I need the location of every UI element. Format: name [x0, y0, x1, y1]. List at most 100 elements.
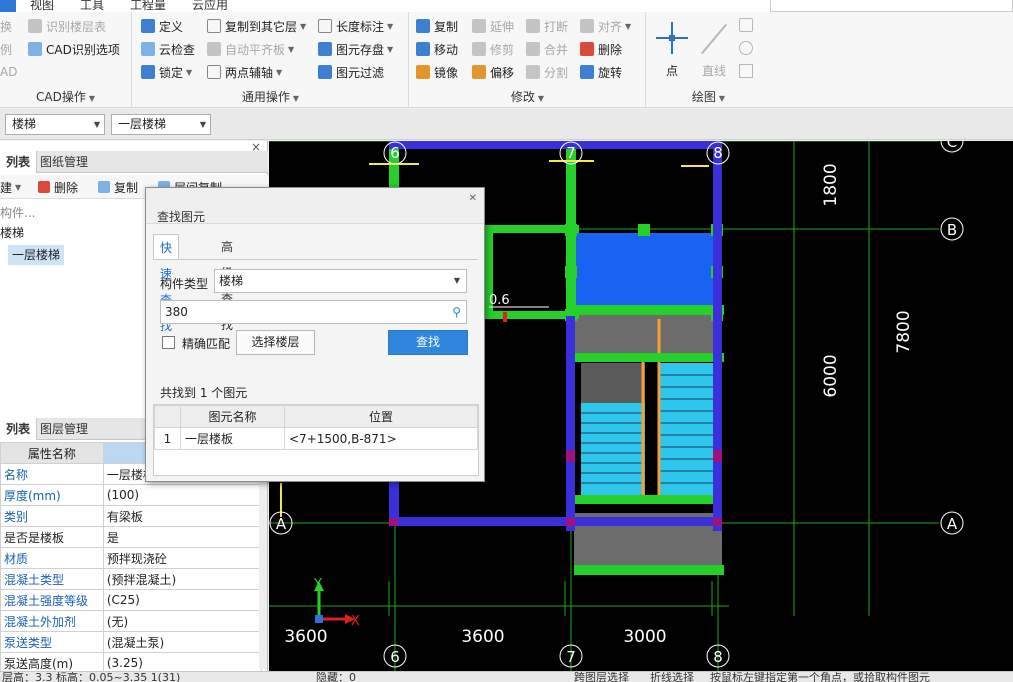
menu-quantity[interactable]: 工程量	[130, 0, 166, 12]
table-row[interactable]: 材质 预拌现浇砼	[0, 547, 263, 569]
tree-item-first-floor-stairs[interactable]: 一层楼梯	[8, 245, 65, 265]
menu-cloud[interactable]: 云应用	[192, 0, 228, 12]
dialog-titlebar[interactable]: 查找图元 ✕	[146, 188, 484, 224]
cross-layer-select-button[interactable]: 跨图层选择	[574, 672, 629, 682]
define-button[interactable]: 定义	[141, 16, 183, 36]
offset-button[interactable]: 偏移	[472, 62, 514, 82]
merge-button[interactable]: 合并	[526, 39, 568, 59]
table-row[interactable]: 混凝土外加剂 (无)	[0, 610, 263, 632]
axis-label-top-6: 6	[390, 144, 400, 162]
component-type-label: 构件类型	[160, 277, 209, 291]
tab-property-list[interactable]: 列表	[0, 418, 38, 440]
delete-button[interactable]: 删除	[580, 39, 622, 59]
line-tool-button[interactable]: 直线	[692, 18, 736, 79]
status-bar: 层高：3.3 标高：0.05~3.35 1(31) 隐藏：0 跨图层选择 折线选…	[0, 671, 1013, 682]
length-dimension-button[interactable]: 长度标注 ▼	[318, 16, 393, 36]
merge-icon	[526, 42, 540, 56]
general-group-label[interactable]: 通用操作 ▼	[133, 88, 408, 105]
dim-bottom-2: 3600	[461, 627, 504, 647]
two-point-axis-button[interactable]: 两点辅轴 ▼	[207, 62, 282, 82]
close-icon[interactable]: ✕	[469, 193, 477, 204]
cad-group-label[interactable]: CAD操作 ▼	[0, 88, 131, 105]
cloud-check-button[interactable]: 云检查	[141, 39, 195, 59]
home-tab[interactable]	[0, 0, 16, 12]
chevron-down-icon: ▼	[199, 120, 206, 129]
lock-button[interactable]: 锁定 ▼	[141, 62, 192, 82]
copy-button[interactable]: 复制	[416, 16, 458, 36]
modify-group-label[interactable]: 修改 ▼	[410, 88, 645, 105]
results-header: 图元名称 位置	[154, 405, 478, 428]
extend-button[interactable]: 延伸	[472, 16, 514, 36]
select-floor-button[interactable]: 选择楼层	[236, 330, 315, 355]
selector-bar: 楼梯 ▼ 一层楼梯 ▼	[0, 109, 1013, 140]
move-button[interactable]: 移动	[416, 39, 458, 59]
save-element-button[interactable]: 图元存盘 ▼	[318, 39, 393, 59]
component-name-select[interactable]: 一层楼梯 ▼	[111, 114, 211, 135]
table-row[interactable]: 是否是楼板是	[0, 526, 263, 548]
cad-partial-3[interactable]: AD	[0, 62, 17, 82]
cad-partial-1[interactable]: 换	[0, 16, 12, 36]
filter-icon	[318, 65, 332, 79]
table-row[interactable]: 厚度(mm) (100)	[0, 484, 263, 506]
tab-component-list[interactable]: 列表	[0, 151, 38, 173]
search-icon[interactable]: ⚲	[452, 301, 461, 323]
trim-button[interactable]: 修剪	[472, 39, 514, 59]
point-tool-button[interactable]: 点	[650, 18, 694, 79]
tab-layer-management[interactable]: 图层管理	[34, 418, 94, 440]
copy-icon	[416, 19, 430, 33]
polyline-select-button[interactable]: 折线选择	[650, 672, 694, 682]
copy-component-button[interactable]: 复制	[98, 178, 138, 196]
delete-icon	[580, 42, 594, 56]
rotate-button[interactable]: 旋转	[580, 62, 622, 82]
general-operations-group: 定义 云检查 锁定 ▼ 复制到其它层 ▼ 自动平齐板 ▼ 两点辅轴 ▼ 长度标注 ▼ 图元…	[133, 12, 409, 108]
arc-icon[interactable]	[739, 18, 753, 32]
dialog-title: 查找图元	[157, 210, 206, 224]
close-icon[interactable]: ×	[251, 140, 261, 154]
copy-to-other-floor-button[interactable]: 复制到其它层 ▼	[207, 16, 306, 36]
rectangle-icon[interactable]	[739, 64, 753, 78]
cad-identify-options-button[interactable]: CAD识别选项	[28, 39, 120, 59]
table-row[interactable]: 混凝土强度等级 (C25)	[0, 589, 263, 611]
mirror-button[interactable]: 镜像	[416, 62, 458, 82]
tab-drawing-management[interactable]: 图纸管理	[34, 151, 94, 173]
component-type-dropdown[interactable]: 楼梯 ▼	[214, 269, 467, 293]
new-button[interactable]: 建 ▼	[0, 178, 21, 196]
table-row[interactable]: 类别 有梁板	[0, 505, 263, 527]
search-input[interactable]: 380 ⚲	[160, 300, 467, 324]
axis-label-bottom-6: 6	[390, 648, 400, 666]
tab-quick-find[interactable]: 快速查找	[153, 234, 180, 333]
circle-icon[interactable]	[739, 41, 753, 55]
cad-options-icon	[28, 42, 42, 56]
cad-partial-2[interactable]: 例	[0, 39, 12, 59]
component-search-input[interactable]: 构件...	[0, 203, 35, 223]
identify-floor-table-button[interactable]: 识别楼层表	[28, 16, 106, 36]
tree-root-stairs[interactable]: 楼梯	[0, 223, 24, 243]
tab-advanced-find[interactable]: 高级查找	[215, 234, 239, 332]
break-button[interactable]: 打断	[526, 16, 568, 36]
define-icon	[141, 19, 155, 33]
line-icon	[694, 18, 734, 58]
row-label-b: B	[947, 221, 957, 239]
menu-bar: 视图 工具 工程量 云应用	[0, 0, 1013, 12]
auto-level-slab-button[interactable]: 自动平齐板 ▼	[207, 39, 294, 59]
global-search-input[interactable]	[770, 0, 1013, 12]
table-row[interactable]: 泵送类型 (混凝土泵)	[0, 631, 263, 653]
menu-tools[interactable]: 工具	[80, 0, 104, 12]
element-filter-button[interactable]: 图元过滤	[318, 62, 384, 82]
blue-slab[interactable]	[575, 233, 717, 311]
delete-component-button[interactable]: 删除	[38, 178, 78, 196]
modify-group: 复制 移动 镜像 延伸 修剪 偏移 打断 合并 分割 对齐 ▼ 删除 旋转 修改 ▼	[410, 12, 646, 108]
menu-view[interactable]: 视图	[30, 0, 54, 12]
draw-group-label[interactable]: 绘图 ▼	[647, 88, 770, 105]
exact-match-checkbox[interactable]	[162, 336, 175, 349]
component-type-select[interactable]: 楼梯 ▼	[5, 114, 105, 135]
mirror-icon	[416, 65, 430, 79]
landing-slab[interactable]	[574, 311, 722, 356]
split-button[interactable]: 分割	[526, 62, 568, 82]
table-row[interactable]: 1 一层楼板 <7+1500,B-871>	[154, 427, 478, 450]
align-button[interactable]: 对齐 ▼	[580, 16, 631, 36]
table-row[interactable]: 混凝土类型 (预拌混凝土)	[0, 568, 263, 590]
cad-operations-group: 换 识别楼层表 例 CAD识别选项 AD CAD操作 ▼	[0, 12, 132, 108]
find-button[interactable]: 查找	[388, 330, 468, 355]
dim-bottom-3: 3000	[623, 627, 666, 647]
